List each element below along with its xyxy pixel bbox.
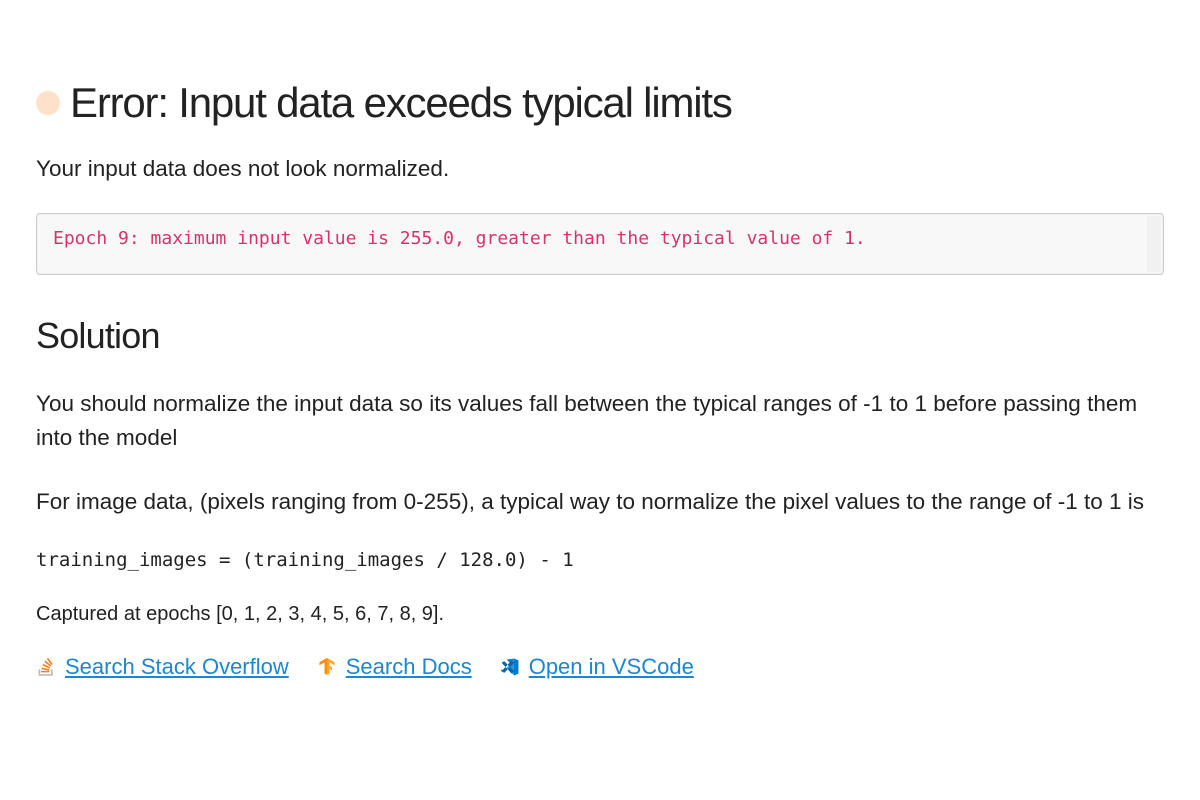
error-lead: Your input data does not look normalized…	[36, 154, 1164, 184]
stackoverflow-icon	[36, 657, 56, 677]
error-message-box: Epoch 9: maximum input value is 255.0, g…	[36, 213, 1164, 275]
solution-para-1: You should normalize the input data so i…	[36, 387, 1164, 455]
link-docs[interactable]: Search Docs	[346, 654, 472, 680]
scrollbar-track[interactable]	[1147, 216, 1161, 272]
page: Error: Input data exceeds typical limits…	[0, 0, 1200, 680]
captured-epochs: Captured at epochs [0, 1, 2, 3, 4, 5, 6,…	[36, 603, 1164, 626]
error-title: Error: Input data exceeds typical limits	[36, 80, 1164, 126]
error-title-text: Error: Input data exceeds typical limits	[70, 80, 732, 126]
solution-heading: Solution	[36, 315, 1164, 357]
solution-code: training_images = (training_images / 128…	[36, 549, 1164, 571]
link-docs-item: Search Docs	[317, 654, 472, 680]
links-row: Search Stack Overflow Search Docs	[36, 654, 1164, 680]
solution-para-2: For image data, (pixels ranging from 0-2…	[36, 485, 1164, 519]
link-stackoverflow[interactable]: Search Stack Overflow	[65, 654, 289, 680]
tensorflow-icon	[317, 657, 337, 677]
vscode-icon	[500, 657, 520, 677]
link-stackoverflow-item: Search Stack Overflow	[36, 654, 289, 680]
status-dot-icon	[36, 91, 60, 115]
link-vscode-item: Open in VSCode	[500, 654, 694, 680]
link-vscode[interactable]: Open in VSCode	[529, 654, 694, 680]
error-message-text: Epoch 9: maximum input value is 255.0, g…	[53, 228, 866, 249]
